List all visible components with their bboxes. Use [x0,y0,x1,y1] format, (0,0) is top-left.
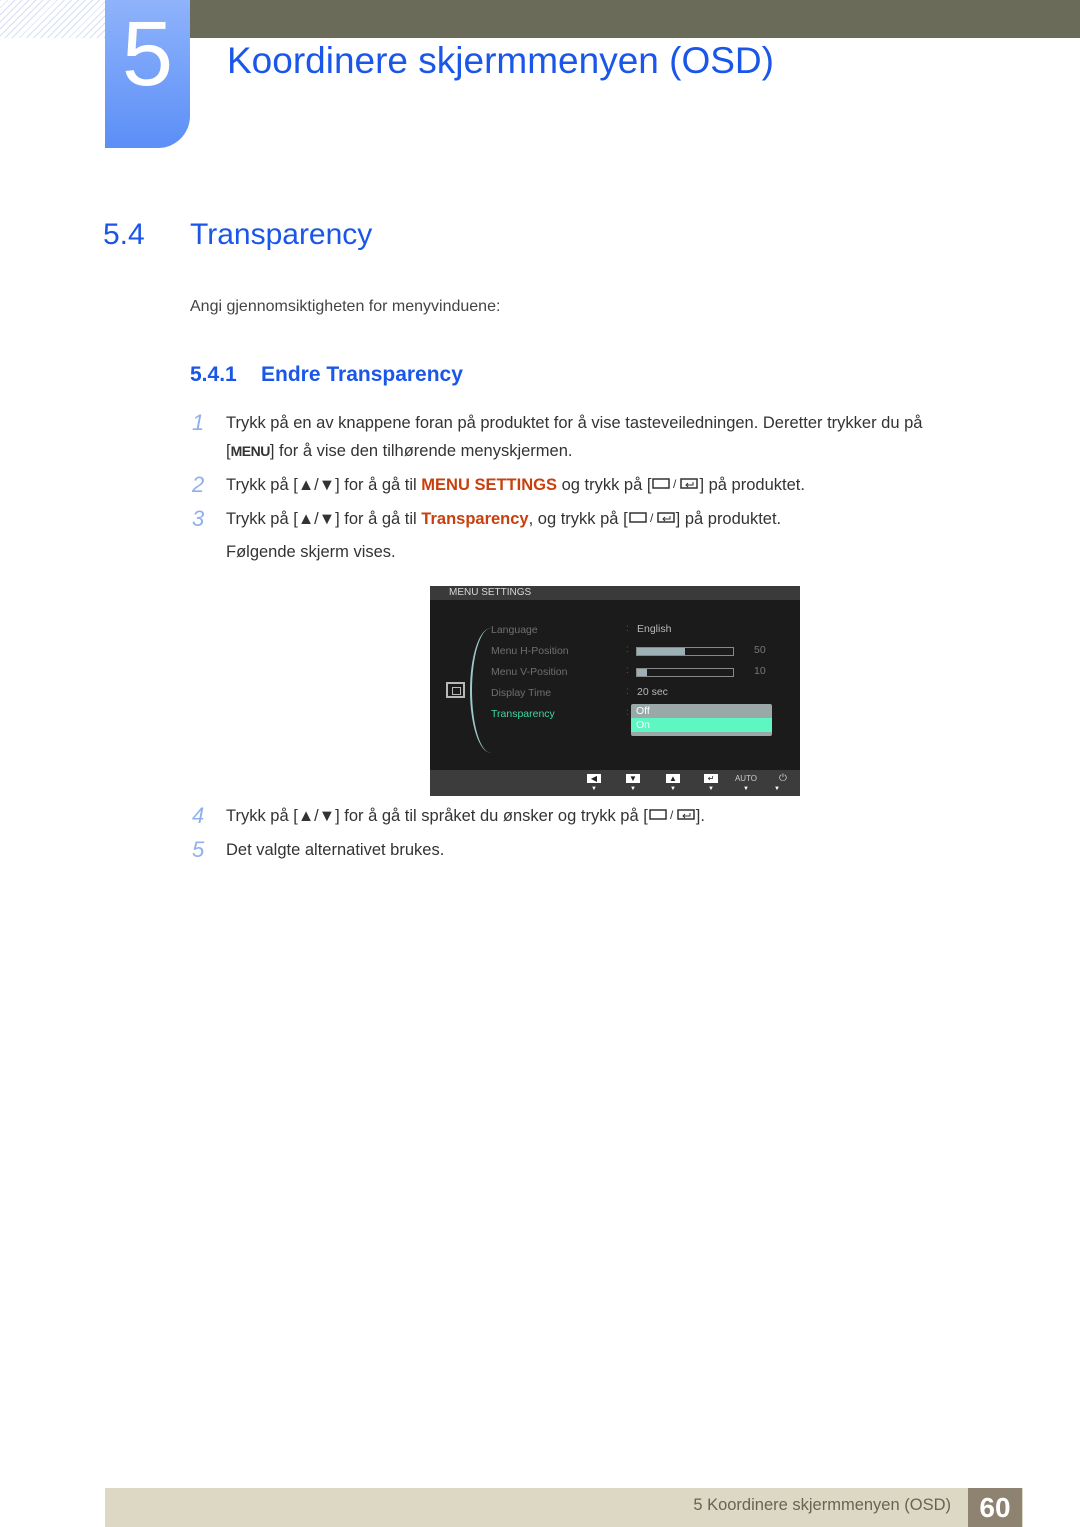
pointer-icon: ▼ [670,786,676,792]
colon: : [626,707,629,718]
step-number: 5 [192,837,205,862]
footer-chapter-title: 5 Koordinere skjermmenyen (OSD) [693,1496,951,1514]
text: ] på produktet. [675,510,782,528]
step-text: Det valgte alternativet brukes. [226,841,445,859]
text: ] for å gå til [335,476,417,494]
text: Trykk på [ [226,476,298,494]
h-position-fill [637,648,685,655]
text: ] på produktet. [699,476,805,494]
h-position-bar [636,647,734,656]
menu-settings-icon [446,682,465,698]
left-arrow-icon: ◀ [587,774,601,783]
section-title: Transparency [190,218,373,251]
pointer-icon: ▼ [630,786,636,792]
colon: : [626,623,629,634]
step-number: 4 [192,803,205,828]
pointer-icon: ▼ [708,786,714,792]
colon: : [626,686,629,697]
source-enter-icon: / [628,510,676,529]
pointer-icon: ▼ [774,786,780,792]
transparency-dropdown: Off On [631,704,772,736]
step-text: Trykk på [▲/▼] for å gå til språket du ø… [226,807,705,826]
highlight-term: MENU SETTINGS [421,476,557,494]
text: , og trykk på [ [528,510,628,528]
decorative-hatch [0,0,105,38]
source-enter-icon: / [651,476,699,495]
step-number: 1 [192,410,205,435]
subsection-number: 5.4.1 [190,363,237,386]
chapter-title: Koordinere skjermmenyen (OSD) [227,40,774,81]
osd-item-display-time: Display Time [491,687,552,699]
highlight-term: Transparency [421,510,529,528]
option-on: On [631,718,772,732]
text: Trykk på [ [226,510,298,528]
colon: : [626,665,629,676]
step-text: Trykk på [▲/▼] for å gå til Transparency… [226,510,781,529]
text: og trykk på [ [561,476,652,494]
svg-text:/: / [670,808,674,821]
chapter-number: 5 [121,3,174,105]
osd-value-display-time: 20 sec [637,686,668,698]
page-footer: 5 Koordinere skjermmenyen (OSD) [105,1488,1023,1527]
osd-item-h-position: Menu H-Position [491,645,569,657]
step-text: [MENU] for å vise den tilhørende menyskj… [226,442,573,460]
auto-label: AUTO [734,774,758,783]
osd-value-language: English [637,623,672,635]
text: ]. [695,807,705,825]
osd-item-language: Language [491,624,538,636]
step-text: Følgende skjerm vises. [226,543,396,561]
power-icon: ⏻ [779,773,787,784]
osd-item-transparency: Transparency [491,708,555,720]
step-text: Trykk på en av knappene foran på produkt… [226,414,923,432]
page-number: 60 [968,1488,1022,1527]
up-arrow-icon: ▲ [666,774,680,783]
step-text-cont: for å vise den tilhørende menyskjermen. [279,442,573,460]
v-position-bar [636,668,734,677]
subsection-title: Endre Transparency [261,363,463,386]
osd-value-v-position: 10 [754,665,766,677]
svg-text:/: / [650,511,654,524]
osd-title: MENU SETTINGS [430,586,800,600]
menu-key: MENU [230,443,271,459]
section-number: 5.4 [103,218,145,251]
pointer-icon: ▼ [591,786,597,792]
header-bar [190,0,1080,38]
osd-button-bar: ◀ ▼ ▼ ▼ ▲ ▼ ↵ ▼ AUTO ▼ ⏻ ▼ [430,770,800,796]
step-number: 2 [192,472,205,497]
up-down-arrows-icon: ▲/▼ [297,476,336,494]
osd-screenshot: MENU SETTINGS Language : English Menu H-… [430,586,800,796]
osd-value-h-position: 50 [754,644,766,656]
section-intro: Angi gjennomsiktigheten for menyvinduene… [190,298,501,315]
option-off: Off [636,705,650,717]
text: ] for å gå til [335,510,417,528]
pointer-icon: ▼ [743,786,749,792]
text: Trykk på [ [226,807,298,825]
up-down-arrows-icon: ▲/▼ [297,510,336,528]
down-arrow-icon: ▼ [626,774,640,783]
chapter-number-box: 5 [105,0,190,148]
source-enter-icon: / [648,807,696,826]
colon: : [626,644,629,655]
v-position-fill [637,669,647,676]
up-down-arrows-icon: ▲/▼ [297,807,336,825]
step-text: Trykk på [▲/▼] for å gå til MENU SETTING… [226,476,805,495]
svg-text:/: / [673,477,677,490]
osd-item-v-position: Menu V-Position [491,666,568,678]
enter-icon: ↵ [704,774,718,783]
text: ] for å gå til språket du ønsker og tryk… [335,807,648,825]
step-number: 3 [192,506,205,531]
